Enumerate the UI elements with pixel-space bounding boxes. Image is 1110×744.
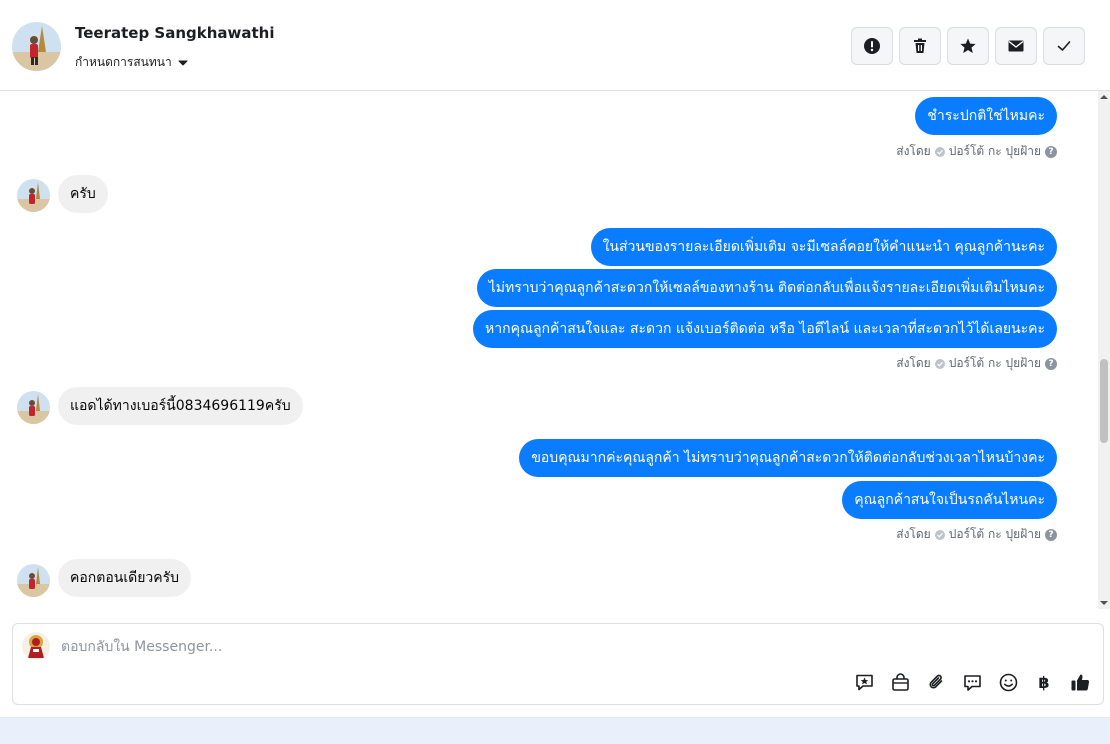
sender-name: ปอร์โต้ กะ ปุยฝ้าย <box>948 144 1041 158</box>
verified-icon <box>934 358 945 369</box>
conversation-actions <box>851 27 1085 65</box>
sent-by-info: ส่งโดย ปอร์โต้ กะ ปุยฝ้าย ? <box>896 525 1057 544</box>
sender-name: ปอร์โต้ กะ ปุยฝ้าย <box>948 356 1041 370</box>
caret-down-icon <box>178 60 188 65</box>
scroll-up-arrow[interactable] <box>1098 91 1110 103</box>
help-icon[interactable]: ? <box>1045 357 1057 370</box>
incoming-message: แอดได้ทางเบอร์นี้0834696119ครับ <box>58 387 303 425</box>
star-icon <box>960 38 976 53</box>
mark-done-button[interactable] <box>1043 27 1085 65</box>
check-icon <box>1057 41 1071 51</box>
sent-by-info: ส่งโดย ปอร์โต้ กะ ปุยฝ้าย ? <box>896 354 1057 373</box>
contact-avatar-small <box>17 564 50 597</box>
verified-icon <box>934 529 945 540</box>
report-spam-button[interactable] <box>851 27 893 65</box>
assign-conversation-label: กำหนดการสนทนา <box>75 55 172 69</box>
verified-icon <box>934 146 945 157</box>
like-button[interactable] <box>1069 671 1091 693</box>
contact-name: Teeratep Sangkhawathi <box>75 24 275 42</box>
outgoing-message: ในส่วนของรายละเอียดเพิ่มเติม จะมีเซลล์คอ… <box>590 228 1057 266</box>
attach-button[interactable] <box>925 671 947 693</box>
smiley-icon <box>999 673 1017 691</box>
shopping-bag-icon <box>891 672 909 691</box>
delete-button[interactable] <box>899 27 941 65</box>
shop-button[interactable] <box>889 671 911 693</box>
outgoing-message: หากคุณลูกค้าสนใจและ สะดวก แจ้งเบอร์ติดต่… <box>473 310 1057 348</box>
sent-by-label: ส่งโดย <box>896 527 931 541</box>
page-avatar <box>22 632 50 660</box>
scroll-thumb[interactable] <box>1100 359 1108 443</box>
messenger-conversation-window: Teeratep Sangkhawathi กำหนดการสนทนา ชำระ… <box>0 0 1110 744</box>
message-list: ชำระปกติใช่ไหมคะ ส่งโดย ปอร์โต้ กะ ปุยฝ้… <box>0 91 1098 609</box>
sent-by-label: ส่งโดย <box>896 356 931 370</box>
sent-by-label: ส่งโดย <box>896 144 931 158</box>
saved-reply-icon <box>855 674 873 690</box>
trash-icon <box>914 38 926 53</box>
envelope-icon <box>1008 40 1024 52</box>
report-icon <box>864 38 880 54</box>
outgoing-message: ชำระปกติใช่ไหมคะ <box>915 97 1057 135</box>
messenger-options-button[interactable] <box>961 671 983 693</box>
incoming-message: คอกตอนเดียวครับ <box>58 559 192 597</box>
reply-input[interactable] <box>61 636 761 658</box>
help-icon[interactable]: ? <box>1045 528 1057 541</box>
conversation-header: Teeratep Sangkhawathi กำหนดการสนทนา <box>0 0 1110 91</box>
outgoing-message: คุณลูกค้าสนใจเป็นรถคันไหนคะ <box>842 481 1057 519</box>
assign-conversation-dropdown[interactable]: กำหนดการสนทนา <box>75 53 188 72</box>
payment-button[interactable]: ฿ <box>1033 671 1055 693</box>
sender-name: ปอร์โต้ กะ ปุยฝ้าย <box>948 527 1041 541</box>
outgoing-message: ขอบคุณมากค่ะคุณลูกค้า ไม่ทราบว่าคุณลูกค้… <box>519 439 1057 477</box>
scroll-down-arrow[interactable] <box>1098 597 1110 609</box>
bottom-panel-strip <box>0 717 1110 744</box>
contact-avatar[interactable] <box>12 22 61 71</box>
thumbs-up-icon <box>1071 674 1089 690</box>
baht-icon: ฿ <box>1038 672 1050 692</box>
incoming-message: ครับ <box>58 175 108 213</box>
outgoing-message: ไม่ทราบว่าคุณลูกค้าสะดวกให้เซลล์ของทางร้… <box>476 269 1057 307</box>
contact-avatar-small <box>17 179 50 212</box>
emoji-button[interactable] <box>997 671 1019 693</box>
mark-unread-button[interactable] <box>995 27 1037 65</box>
reply-composer: ฿ <box>12 623 1104 705</box>
thread-scrollbar[interactable] <box>1098 91 1110 609</box>
sent-by-info: ส่งโดย ปอร์โต้ กะ ปุยฝ้าย ? <box>896 142 1057 161</box>
attachment-icon <box>929 674 942 688</box>
contact-avatar-small <box>17 391 50 424</box>
help-icon[interactable]: ? <box>1045 145 1057 158</box>
chat-bubbles-icon <box>963 674 981 691</box>
message-thread: ชำระปกติใช่ไหมคะ ส่งโดย ปอร์โต้ กะ ปุยฝ้… <box>0 91 1110 609</box>
star-button[interactable] <box>947 27 989 65</box>
saved-reply-button[interactable] <box>853 671 875 693</box>
composer-toolbar: ฿ <box>853 671 1091 693</box>
